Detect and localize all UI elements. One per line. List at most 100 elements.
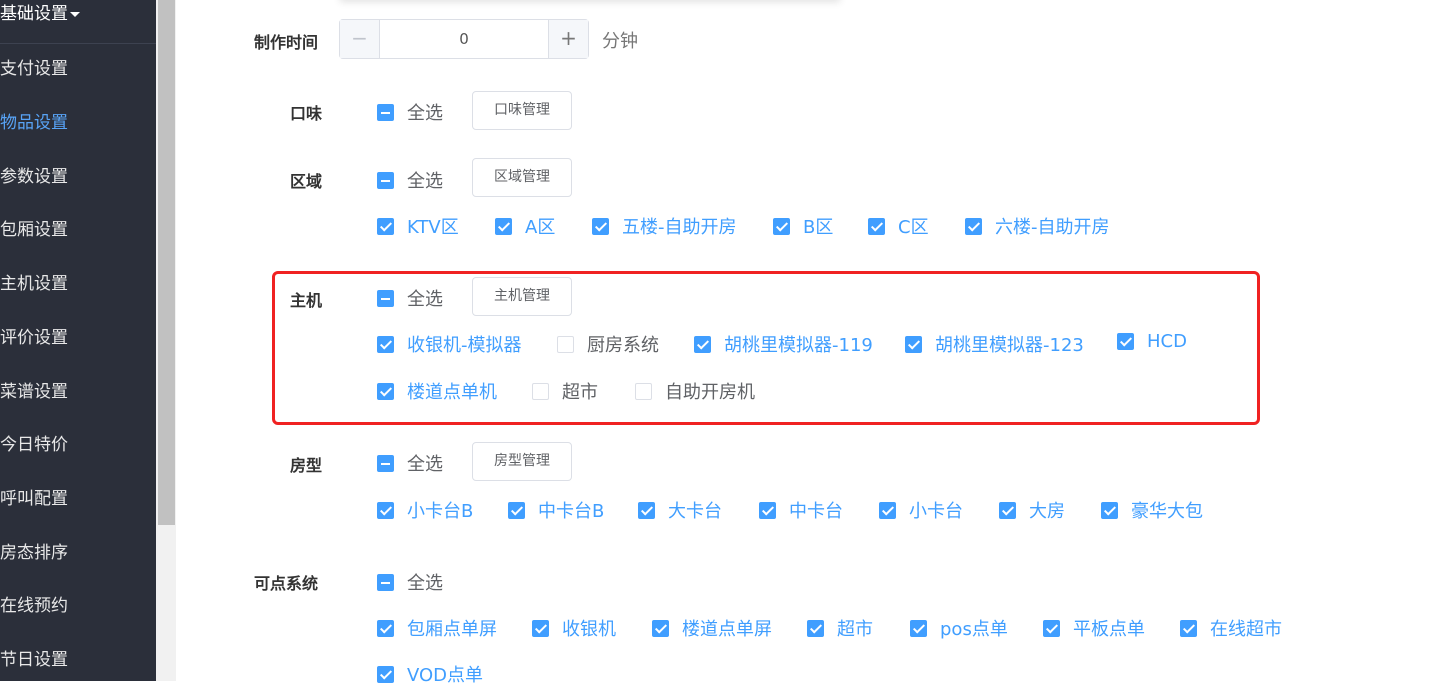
- checkbox-checked-icon[interactable]: [999, 501, 1016, 519]
- checkbox-checked-icon[interactable]: [495, 217, 512, 235]
- sidebar-item-booking[interactable]: 在线预约: [0, 591, 156, 621]
- checkbox-checked-icon[interactable]: [1043, 619, 1060, 637]
- sidebar-item-call[interactable]: 呼叫配置: [0, 484, 156, 514]
- decrement-button[interactable]: −: [340, 20, 380, 58]
- checkbox-checked-icon[interactable]: [1180, 619, 1197, 637]
- checkbox-checked-icon[interactable]: [377, 619, 394, 637]
- make-time-stepper: − 0 +: [339, 19, 589, 59]
- flavor-select-all[interactable]: 全选: [377, 99, 443, 125]
- host-option[interactable]: 自助开房机: [635, 378, 755, 404]
- host-manage-button[interactable]: 主机管理: [472, 277, 572, 316]
- area-option[interactable]: C区: [868, 213, 929, 239]
- checkbox-checked-icon[interactable]: [532, 619, 549, 637]
- area-select-all[interactable]: 全选: [377, 167, 443, 193]
- checkbox-unchecked-icon[interactable]: [557, 335, 574, 353]
- area-manage-button[interactable]: 区域管理: [472, 158, 572, 197]
- checkbox-checked-icon[interactable]: [965, 217, 982, 235]
- sidebar-item-goods[interactable]: 物品设置: [0, 108, 156, 138]
- checkbox-checked-icon[interactable]: [377, 382, 394, 400]
- checkbox-checked-icon[interactable]: [592, 217, 609, 235]
- sidebar-item-holiday[interactable]: 节日设置: [0, 645, 156, 675]
- host-option[interactable]: 胡桃里模拟器-119: [694, 331, 873, 357]
- host-option[interactable]: 厨房系统: [557, 331, 659, 357]
- checkbox-checked-icon[interactable]: [638, 501, 655, 519]
- option-label: 楼道点单机: [407, 382, 497, 403]
- system-option[interactable]: 平板点单: [1043, 615, 1145, 641]
- checkbox-checked-icon[interactable]: [652, 619, 669, 637]
- checkbox-checked-icon[interactable]: [377, 335, 394, 353]
- option-label: 小卡台: [909, 501, 963, 522]
- checkbox-unchecked-icon[interactable]: [532, 382, 549, 400]
- system-option[interactable]: 楼道点单屏: [652, 615, 772, 641]
- room-type-manage-button[interactable]: 房型管理: [472, 442, 572, 481]
- checkbox-checked-icon[interactable]: [910, 619, 927, 637]
- area-option[interactable]: 五楼-自助开房: [592, 213, 737, 239]
- checkbox-checked-icon[interactable]: [905, 335, 922, 353]
- indeterminate-checkbox-icon[interactable]: [377, 573, 394, 591]
- room-type-select-all[interactable]: 全选: [377, 450, 443, 476]
- system-option[interactable]: VOD点单: [377, 661, 483, 687]
- area-option[interactable]: KTV区: [377, 213, 459, 239]
- checkbox-checked-icon[interactable]: [694, 335, 711, 353]
- system-option[interactable]: 在线超市: [1180, 615, 1282, 641]
- host-option[interactable]: HCD: [1117, 331, 1187, 352]
- flavor-manage-button[interactable]: 口味管理: [472, 91, 572, 130]
- indeterminate-checkbox-icon[interactable]: [377, 171, 394, 189]
- checkbox-checked-icon[interactable]: [879, 501, 896, 519]
- system-select-all[interactable]: 全选: [377, 569, 443, 595]
- checkbox-checked-icon[interactable]: [377, 501, 394, 519]
- checkbox-checked-icon[interactable]: [377, 217, 394, 235]
- checkbox-unchecked-icon[interactable]: [635, 382, 652, 400]
- checkbox-checked-icon[interactable]: [773, 217, 790, 235]
- increment-button[interactable]: +: [548, 20, 588, 58]
- system-option[interactable]: 超市: [807, 615, 873, 641]
- room-type-option[interactable]: 小卡台B: [377, 497, 473, 523]
- sidebar-item-rooms[interactable]: 包厢设置: [0, 215, 156, 245]
- host-option[interactable]: 楼道点单机: [377, 378, 497, 404]
- room-type-option[interactable]: 豪华大包: [1101, 497, 1203, 523]
- sidebar-item-review[interactable]: 评价设置: [0, 323, 156, 353]
- system-option[interactable]: 收银机: [532, 615, 616, 641]
- flavor-label: 口味: [290, 104, 323, 123]
- room-type-option[interactable]: 小卡台: [879, 497, 963, 523]
- host-option[interactable]: 收银机-模拟器: [377, 331, 522, 357]
- sidebar-item-menu[interactable]: 菜谱设置: [0, 377, 156, 407]
- sidebar-item-params[interactable]: 参数设置: [0, 162, 156, 192]
- sidebar-header[interactable]: 基础设置: [0, 0, 156, 44]
- checkbox-checked-icon[interactable]: [377, 665, 394, 683]
- sidebar-item-host[interactable]: 主机设置: [0, 269, 156, 299]
- option-label: B区: [803, 217, 834, 238]
- area-option[interactable]: B区: [773, 213, 833, 239]
- scrollbar-thumb[interactable]: [158, 0, 175, 525]
- select-all-label: 全选: [407, 573, 443, 594]
- area-option[interactable]: A区: [495, 213, 555, 239]
- indeterminate-checkbox-icon[interactable]: [377, 103, 394, 121]
- room-type-option[interactable]: 大卡台: [638, 497, 722, 523]
- sidebar-item-special[interactable]: 今日特价: [0, 430, 156, 460]
- system-option[interactable]: 包厢点单屏: [377, 615, 497, 641]
- checkbox-checked-icon[interactable]: [868, 217, 885, 235]
- host-option[interactable]: 超市: [532, 378, 598, 404]
- room-type-option[interactable]: 中卡台B: [508, 497, 604, 523]
- option-label: HCD: [1147, 331, 1187, 352]
- room-type-option[interactable]: 大房: [999, 497, 1065, 523]
- sidebar-item-payment[interactable]: 支付设置: [0, 54, 156, 84]
- checkbox-checked-icon[interactable]: [1101, 501, 1118, 519]
- indeterminate-checkbox-icon[interactable]: [377, 289, 394, 307]
- checkbox-checked-icon[interactable]: [1117, 333, 1134, 350]
- host-option[interactable]: 胡桃里模拟器-123: [905, 331, 1084, 357]
- option-label: 六楼-自助开房: [995, 217, 1110, 238]
- option-label: A区: [525, 217, 556, 238]
- indeterminate-checkbox-icon[interactable]: [377, 454, 394, 472]
- system-option[interactable]: pos点单: [910, 615, 1008, 641]
- sidebar-item-room-sort[interactable]: 房态排序: [0, 538, 156, 568]
- host-select-all[interactable]: 全选: [377, 285, 443, 311]
- area-option[interactable]: 六楼-自助开房: [965, 213, 1110, 239]
- option-label: 胡桃里模拟器-123: [935, 335, 1084, 356]
- option-label: 收银机-模拟器: [407, 335, 522, 356]
- checkbox-checked-icon[interactable]: [759, 501, 776, 519]
- checkbox-checked-icon[interactable]: [508, 501, 525, 519]
- make-time-input[interactable]: 0: [380, 20, 548, 58]
- checkbox-checked-icon[interactable]: [807, 619, 824, 637]
- room-type-option[interactable]: 中卡台: [759, 497, 843, 523]
